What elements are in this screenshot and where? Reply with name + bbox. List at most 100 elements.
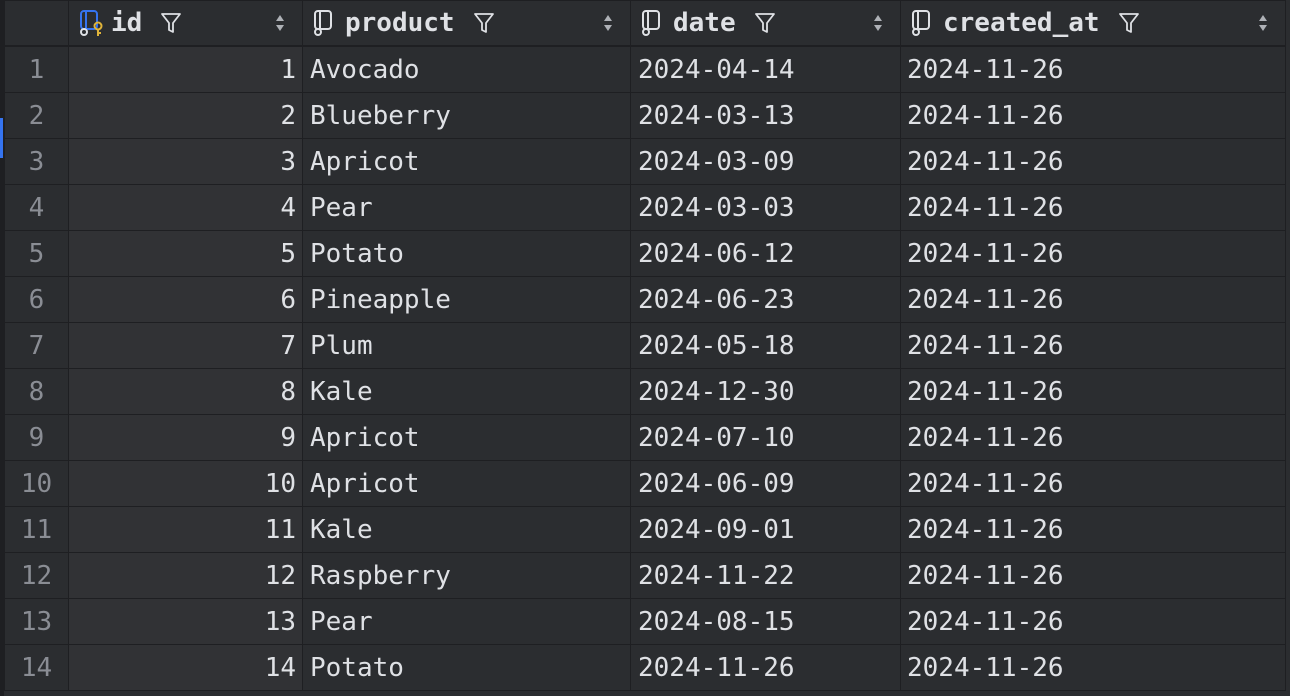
row-number[interactable]: 14: [4, 644, 69, 691]
table-row[interactable]: 14 14 Potato 2024-11-26 2024-11-26: [4, 644, 1286, 691]
column-header-label: id: [111, 8, 143, 38]
row-number[interactable]: 11: [4, 506, 69, 553]
row-number[interactable]: 13: [4, 598, 69, 645]
table-row[interactable]: 5 5 Potato 2024-06-12 2024-11-26: [4, 230, 1286, 277]
row-number[interactable]: 1: [4, 45, 69, 93]
cell-id[interactable]: 5: [68, 230, 303, 277]
cell-product[interactable]: Pear: [302, 184, 631, 231]
cell-id[interactable]: 12: [68, 552, 303, 599]
cell-product[interactable]: Potato: [302, 644, 631, 691]
sort-icon[interactable]: [602, 13, 614, 33]
filter-icon[interactable]: [1118, 11, 1140, 35]
cell-created-at[interactable]: 2024-11-26: [900, 506, 1286, 553]
row-number[interactable]: 2: [4, 92, 69, 139]
cell-id[interactable]: 8: [68, 368, 303, 415]
cell-created-at[interactable]: 2024-11-26: [900, 322, 1286, 369]
cell-created-at[interactable]: 2024-11-26: [900, 138, 1286, 185]
cell-created-at[interactable]: 2024-11-26: [900, 368, 1286, 415]
table-row[interactable]: 4 4 Pear 2024-03-03 2024-11-26: [4, 184, 1286, 231]
cell-product[interactable]: Pear: [302, 598, 631, 645]
row-number[interactable]: 12: [4, 552, 69, 599]
table-row[interactable]: 3 3 Apricot 2024-03-09 2024-11-26: [4, 138, 1286, 185]
cell-id[interactable]: 13: [68, 598, 303, 645]
table-row[interactable]: 13 13 Pear 2024-08-15 2024-11-26: [4, 598, 1286, 645]
cell-id[interactable]: 3: [68, 138, 303, 185]
cell-id[interactable]: 11: [68, 506, 303, 553]
row-number[interactable]: 10: [4, 460, 69, 507]
sort-icon[interactable]: [274, 13, 286, 33]
cell-product[interactable]: Avocado: [302, 45, 631, 93]
cell-id[interactable]: 7: [68, 322, 303, 369]
cell-id[interactable]: 9: [68, 414, 303, 461]
cell-id[interactable]: 2: [68, 92, 303, 139]
table-row[interactable]: 11 11 Kale 2024-09-01 2024-11-26: [4, 506, 1286, 553]
cell-product[interactable]: Kale: [302, 506, 631, 553]
column-header-label: date: [673, 8, 736, 38]
filter-icon[interactable]: [754, 11, 776, 35]
cell-id[interactable]: 6: [68, 276, 303, 323]
cell-date[interactable]: 2024-06-09: [630, 460, 901, 507]
cell-created-at[interactable]: 2024-11-26: [900, 644, 1286, 691]
cell-product[interactable]: Plum: [302, 322, 631, 369]
row-number[interactable]: 3: [4, 138, 69, 185]
cell-product[interactable]: Apricot: [302, 414, 631, 461]
cell-id[interactable]: 4: [68, 184, 303, 231]
row-number[interactable]: 8: [4, 368, 69, 415]
cell-created-at[interactable]: 2024-11-26: [900, 414, 1286, 461]
column-header-product[interactable]: product: [302, 0, 631, 47]
corner-cell[interactable]: [4, 0, 69, 47]
cell-id[interactable]: 14: [68, 644, 303, 691]
cell-product[interactable]: Pineapple: [302, 276, 631, 323]
table-row[interactable]: 12 12 Raspberry 2024-11-22 2024-11-26: [4, 552, 1286, 599]
column-header-date[interactable]: date: [630, 0, 901, 47]
cell-date[interactable]: 2024-08-15: [630, 598, 901, 645]
cell-date[interactable]: 2024-11-22: [630, 552, 901, 599]
selection-marker: [0, 118, 3, 158]
row-number[interactable]: 7: [4, 322, 69, 369]
cell-created-at[interactable]: 2024-11-26: [900, 45, 1286, 93]
table-row[interactable]: 7 7 Plum 2024-05-18 2024-11-26: [4, 322, 1286, 369]
row-number[interactable]: 4: [4, 184, 69, 231]
cell-created-at[interactable]: 2024-11-26: [900, 598, 1286, 645]
cell-product[interactable]: Kale: [302, 368, 631, 415]
sort-icon[interactable]: [872, 13, 884, 33]
cell-product[interactable]: Potato: [302, 230, 631, 277]
cell-created-at[interactable]: 2024-11-26: [900, 552, 1286, 599]
table-row[interactable]: 6 6 Pineapple 2024-06-23 2024-11-26: [4, 276, 1286, 323]
cell-date[interactable]: 2024-05-18: [630, 322, 901, 369]
cell-created-at[interactable]: 2024-11-26: [900, 276, 1286, 323]
cell-date[interactable]: 2024-06-23: [630, 276, 901, 323]
column-header-created-at[interactable]: created_at: [900, 0, 1286, 47]
cell-product[interactable]: Apricot: [302, 460, 631, 507]
cell-product[interactable]: Blueberry: [302, 92, 631, 139]
table-row[interactable]: 9 9 Apricot 2024-07-10 2024-11-26: [4, 414, 1286, 461]
cell-created-at[interactable]: 2024-11-26: [900, 92, 1286, 139]
table-row[interactable]: 10 10 Apricot 2024-06-09 2024-11-26: [4, 460, 1286, 507]
filter-icon[interactable]: [473, 11, 495, 35]
cell-created-at[interactable]: 2024-11-26: [900, 184, 1286, 231]
cell-product[interactable]: Apricot: [302, 138, 631, 185]
cell-created-at[interactable]: 2024-11-26: [900, 230, 1286, 277]
cell-product[interactable]: Raspberry: [302, 552, 631, 599]
cell-id[interactable]: 10: [68, 460, 303, 507]
table-row[interactable]: 2 2 Blueberry 2024-03-13 2024-11-26: [4, 92, 1286, 139]
cell-id[interactable]: 1: [68, 45, 303, 93]
cell-date[interactable]: 2024-03-09: [630, 138, 901, 185]
cell-date[interactable]: 2024-04-14: [630, 45, 901, 93]
table-row[interactable]: 8 8 Kale 2024-12-30 2024-11-26: [4, 368, 1286, 415]
table-row[interactable]: 1 1 Avocado 2024-04-14 2024-11-26: [4, 45, 1286, 93]
cell-date[interactable]: 2024-11-26: [630, 644, 901, 691]
sort-icon[interactable]: [1257, 13, 1269, 33]
cell-created-at[interactable]: 2024-11-26: [900, 460, 1286, 507]
cell-date[interactable]: 2024-09-01: [630, 506, 901, 553]
row-number[interactable]: 5: [4, 230, 69, 277]
cell-date[interactable]: 2024-06-12: [630, 230, 901, 277]
cell-date[interactable]: 2024-12-30: [630, 368, 901, 415]
row-number[interactable]: 9: [4, 414, 69, 461]
cell-date[interactable]: 2024-03-03: [630, 184, 901, 231]
column-header-id[interactable]: id: [68, 0, 303, 47]
cell-date[interactable]: 2024-03-13: [630, 92, 901, 139]
filter-icon[interactable]: [160, 11, 182, 35]
cell-date[interactable]: 2024-07-10: [630, 414, 901, 461]
row-number[interactable]: 6: [4, 276, 69, 323]
